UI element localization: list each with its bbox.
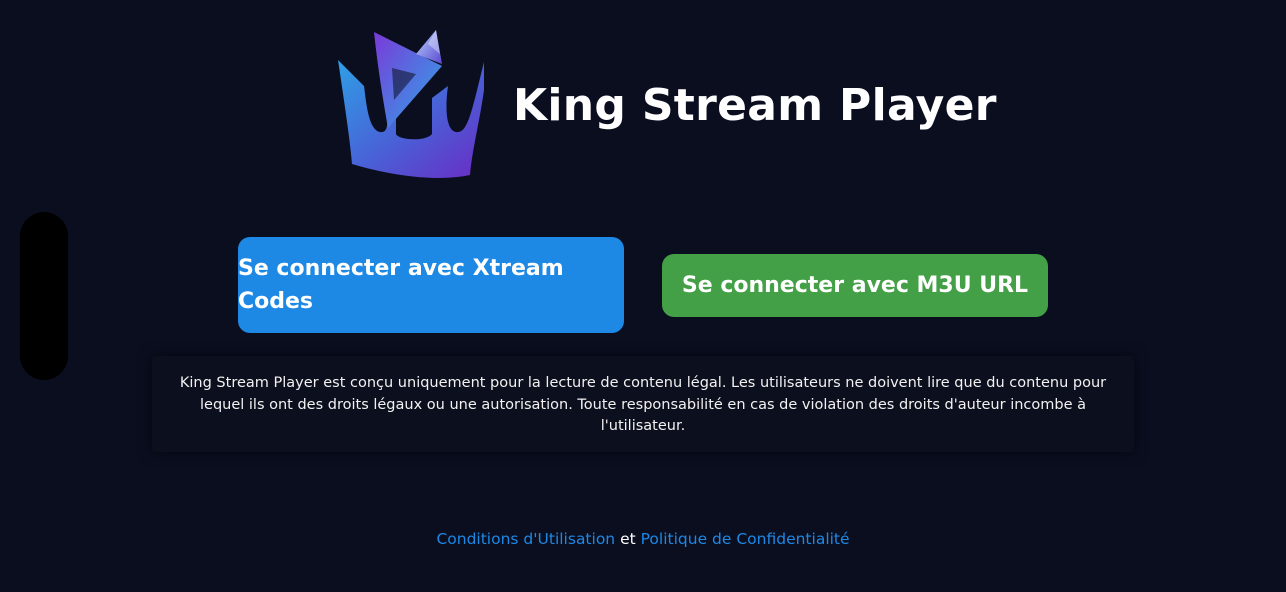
side-handle[interactable] xyxy=(20,212,68,380)
legal-disclaimer: King Stream Player est conçu uniquement … xyxy=(152,356,1134,452)
footer-links: Conditions d'Utilisation et Politique de… xyxy=(0,530,1286,548)
footer-conjunction: et xyxy=(620,530,636,548)
xtream-login-button[interactable]: Se connecter avec Xtream Codes xyxy=(238,237,624,333)
privacy-link[interactable]: Politique de Confidentialité xyxy=(641,530,850,548)
app-title: King Stream Player xyxy=(513,80,997,131)
login-screen: King Stream Player Se connecter avec Xtr… xyxy=(0,0,1286,592)
crown-play-logo-icon xyxy=(338,30,484,178)
disclaimer-text: King Stream Player est conçu uniquement … xyxy=(179,375,1107,434)
m3u-login-button[interactable]: Se connecter avec M3U URL xyxy=(662,254,1048,317)
terms-link[interactable]: Conditions d'Utilisation xyxy=(436,530,615,548)
